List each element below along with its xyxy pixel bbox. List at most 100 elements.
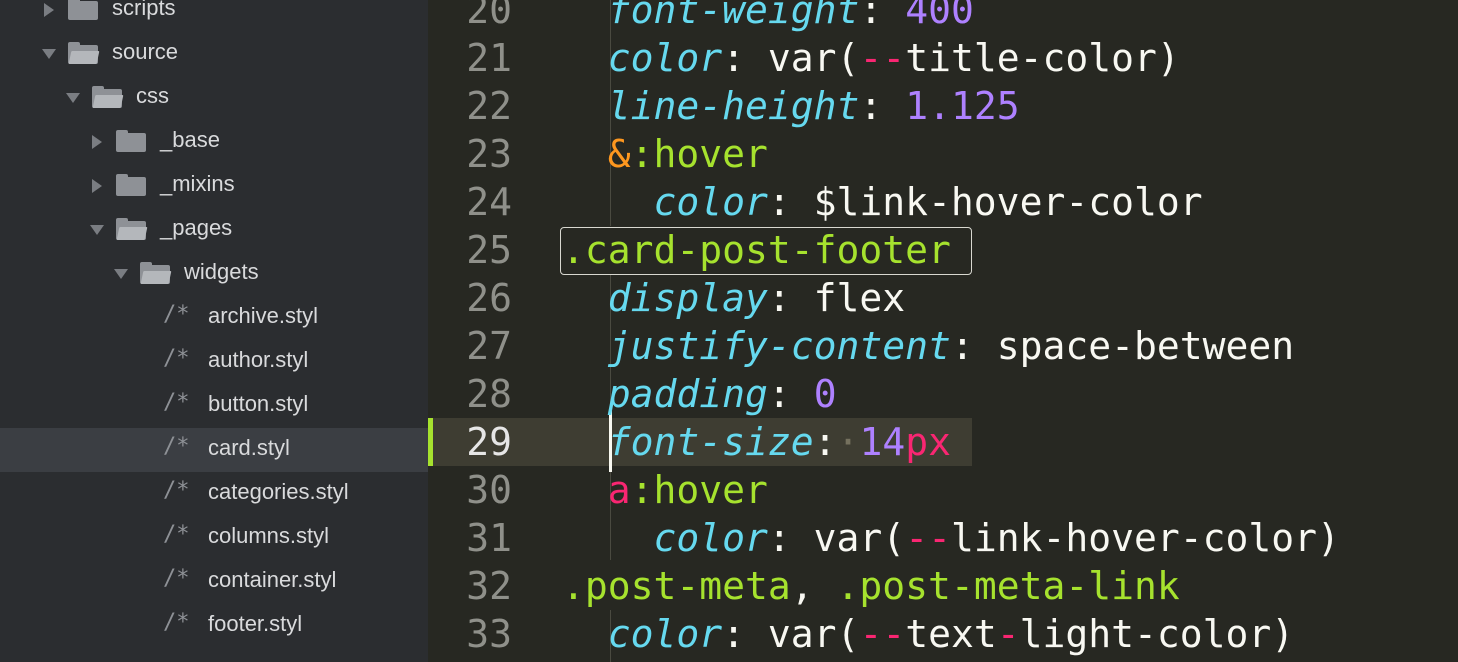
tree-item--base[interactable]: _base [0, 120, 428, 164]
tree-item-scripts[interactable]: scripts [0, 0, 428, 32]
stylus-file-icon: /* [163, 302, 190, 327]
tree-item-button-styl[interactable]: /* button.styl [0, 384, 428, 428]
tree-item-label: card.styl [208, 435, 290, 460]
line-number: 24 [466, 180, 512, 224]
code-line[interactable]: justify-content: space-between [562, 322, 1294, 370]
tree-item--mixins[interactable]: _mixins [0, 164, 428, 208]
code-editor[interactable]: font-weight: 400 color: var(--title-colo… [552, 0, 1458, 662]
chevron-down-icon[interactable] [114, 269, 128, 279]
folder-open-icon [68, 42, 100, 64]
tree-item-label: archive.styl [208, 303, 319, 328]
code-token: 14 [859, 420, 906, 464]
tree-item-source[interactable]: source [0, 32, 428, 76]
line-number: 32 [466, 564, 512, 608]
tree-item-columns-styl[interactable]: /* columns.styl [0, 516, 428, 560]
code-token: : [813, 420, 837, 464]
code-token: :hover [630, 132, 768, 176]
code-token: :hover [630, 468, 768, 512]
tree-item-footer-styl[interactable]: /* footer.styl [0, 604, 428, 648]
tree-item-container-styl[interactable]: /* container.styl [0, 560, 428, 604]
code-token: light-color) [1019, 612, 1295, 656]
code-token: : var( [722, 612, 860, 656]
chevron-down-icon[interactable] [42, 49, 56, 59]
code-token: px [905, 420, 951, 464]
code-token: padding [607, 372, 768, 416]
code-line[interactable]: font-size:·14px [562, 418, 951, 466]
tree-item-css[interactable]: css [0, 76, 428, 120]
folder-open-icon [116, 218, 148, 240]
code-token: : space-between [950, 324, 1295, 368]
tree-item-author-styl[interactable]: /* author.styl [0, 340, 428, 384]
code-line[interactable]: padding: 0 [562, 370, 837, 418]
tree-item-label: widgets [184, 259, 259, 284]
code-token: -- [859, 612, 906, 656]
stylus-file-icon: /* [163, 434, 190, 459]
code-line[interactable]: font-weight: 400 [562, 0, 974, 34]
tree-item-widgets[interactable]: widgets [0, 252, 428, 296]
chevron-right-icon[interactable] [92, 179, 102, 193]
tree-item-label: author.styl [208, 347, 309, 372]
code-token: : $link-hover-color [767, 180, 1203, 224]
code-line[interactable]: &:hover [562, 130, 768, 178]
code-token: : [767, 372, 814, 416]
tree-item-label: categories.styl [208, 479, 349, 504]
tree-item-label: columns.styl [208, 523, 330, 548]
code-token: , [790, 564, 837, 608]
line-number: 29 [466, 420, 512, 464]
chevron-down-icon[interactable] [90, 225, 104, 235]
code-token: font-size [607, 420, 814, 464]
tree-item-archive-styl[interactable]: /* archive.styl [0, 296, 428, 340]
chevron-right-icon[interactable] [92, 135, 102, 149]
code-line[interactable]: a:hover [562, 466, 768, 514]
code-token: 0 [813, 372, 837, 416]
code-token: .card-post-footer [562, 228, 951, 272]
code-token: line-height [607, 84, 860, 128]
code-token: display [607, 276, 768, 320]
code-line[interactable]: color: var(--title-color) [562, 34, 1180, 82]
code-token: : [859, 0, 906, 32]
code-line[interactable]: color: $link-hover-color [562, 178, 1203, 226]
folder-icon [116, 174, 146, 196]
tree-item-label: css [136, 83, 169, 108]
code-line[interactable]: line-height: 1.125 [562, 82, 1020, 130]
line-number: 20 [466, 0, 512, 32]
chevron-down-icon[interactable] [66, 93, 80, 103]
line-number: 30 [466, 468, 512, 512]
code-token: color [653, 180, 768, 224]
code-token: 400 [905, 0, 974, 32]
code-line[interactable]: color: var(--text-light-color) [562, 610, 1294, 658]
line-number: 31 [466, 516, 512, 560]
code-token: .post-meta-link [836, 564, 1180, 608]
code-line[interactable]: color: var(--link-hover-color) [562, 514, 1340, 562]
tree-item-card-styl[interactable]: /* card.styl [0, 428, 428, 472]
chevron-right-icon[interactable] [44, 3, 54, 17]
code-token: : flex [767, 276, 906, 320]
line-number: 21 [466, 36, 512, 80]
code-line[interactable]: .post-meta, .post-meta-link [562, 562, 1180, 610]
line-number-gutter: 20 21 22 23 24 25 26 27 28 29 30 31 32 33 [428, 0, 552, 662]
tree-item-label: _pages [160, 215, 233, 240]
stylus-file-icon: /* [163, 610, 190, 635]
stylus-file-icon: /* [163, 566, 190, 591]
code-token: a [607, 468, 631, 512]
line-number: 26 [466, 276, 512, 320]
line-number: 23 [466, 132, 512, 176]
tree-item-categories-styl[interactable]: /* categories.styl [0, 472, 428, 516]
code-line[interactable]: display: flex [562, 274, 905, 322]
code-token: : var( [767, 516, 906, 560]
code-token: -- [859, 36, 906, 80]
code-line[interactable]: .card-post-footer [562, 226, 951, 274]
code-token: link-hover-color) [950, 516, 1340, 560]
code-token: font-weight [607, 0, 860, 32]
stylus-file-icon: /* [163, 478, 190, 503]
folder-icon [116, 130, 146, 152]
line-number: 25 [466, 228, 512, 272]
tree-item--pages[interactable]: _pages [0, 208, 428, 252]
stylus-file-icon: /* [163, 346, 190, 371]
tree-item-label: _base [160, 127, 220, 152]
